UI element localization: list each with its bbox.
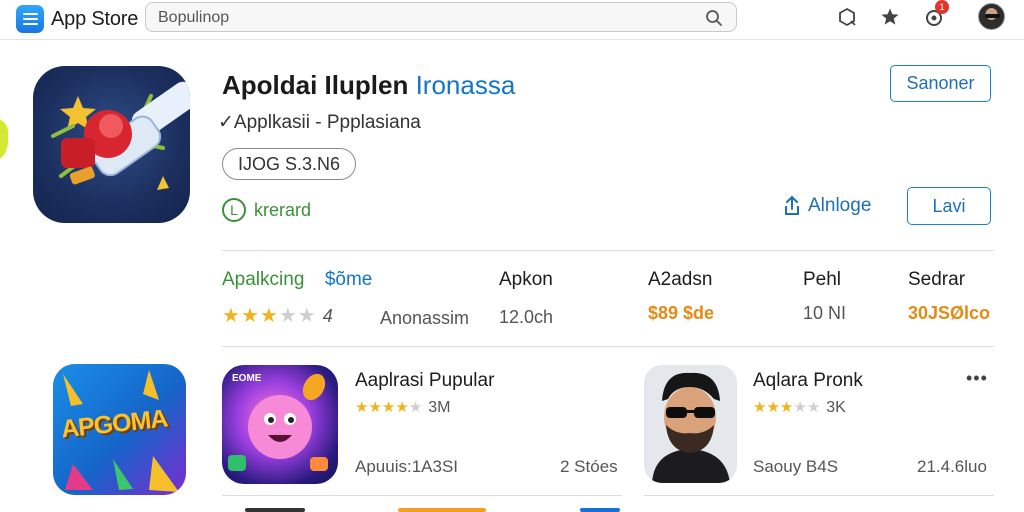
stat-size-value: 12.0ch [499,307,554,327]
stat-size-label: Apkon [499,269,553,290]
star-icon[interactable] [879,6,901,28]
app-tile-pronk[interactable] [644,365,737,483]
stat-age-value: 10 NI [803,303,847,323]
star-icon: ★ [753,399,767,416]
install-status-label: krerard [254,199,312,220]
ratings-label: Apalkcing [222,269,305,290]
search-value: Bopulinop [158,9,230,26]
app-tile-apgoma[interactable]: APGOMA [53,364,186,495]
featured-app-icon[interactable] [33,66,190,223]
app-meta-pronk: Saouy B4S [753,457,839,476]
top-bar: App Store Bopulinop 1 [0,0,1024,40]
app-meta-popular: Apuuis:1A3SI [355,457,459,476]
rating-value: 4 [322,306,333,326]
stat-seller-value: 30JSØlco [908,303,991,323]
rating-star-3: ★ [259,305,278,327]
app-category: ✓Applkasii - Ppplasiana [218,112,421,133]
discover-icon[interactable] [836,6,858,28]
app-title-main: Apoldai Iluplen [222,70,409,100]
popular-icon-text: EOME [232,373,262,384]
rating-star-2: ★ [240,305,259,327]
secondary-button[interactable]: Lavi [907,187,991,225]
stat-seller-label: Sedrar [908,269,966,290]
app-store-icon [16,5,44,33]
star-icon: ★ [779,399,794,416]
star-icon: ★ [368,399,382,416]
star-icon: ★ [355,399,369,416]
app-size-pronk: 21.4.6luo [917,457,987,476]
install-status[interactable]: L krerard [222,198,311,222]
ratings-accent: $õme [324,269,373,290]
star-icon: ★ [381,399,396,416]
app-name-pronk[interactable]: Aqlara Pronk [753,370,863,392]
version-badge: IJOG S.3.N6 [222,148,356,180]
divider [222,346,994,347]
stat-price-label: A2adsn [648,269,713,290]
stat-ratings: Apalkcing $õme [222,269,372,291]
star-icon: ★ [793,399,807,416]
rating-stars: ★ ★ ★ ★ ★ 4 [222,306,333,327]
app-size-popular: 2 Stóes [560,457,618,476]
app-rating-popular: ★ ★ ★ ★ ★ 3M [355,399,451,417]
search-input[interactable]: Bopulinop [145,2,737,32]
app-title: Apoldai Iluplen Ironassa [222,70,515,101]
share-label: Alnloge [808,195,872,216]
app-tile-popular[interactable]: EOME [222,365,338,484]
next-row-peek [580,508,620,512]
app-title-accent: Ironassa [415,70,516,100]
divider [222,495,622,496]
more-options-icon[interactable]: ••• [966,368,988,389]
divider [222,250,994,251]
notification-badge: 1 [935,0,949,14]
ratings-sub: Anonassim [380,308,470,328]
app-store-logo[interactable]: App Store [16,5,138,33]
next-row-peek [398,508,486,512]
stat-price-value: $89 $de [648,303,715,323]
app-rating-pronk: ★ ★ ★ ★ ★ 3K [753,399,846,417]
get-button[interactable]: Sanoner [890,65,991,102]
rating-count: 3K [826,399,846,416]
share-icon [785,195,799,215]
stat-age-label: Pehl [803,269,842,290]
divider [644,495,994,496]
rating-star-4: ★ [278,305,297,327]
brand-label: App Store [51,7,139,30]
rating-star-5: ★ [297,305,316,327]
next-row-peek [245,508,305,512]
toy-illustration-icon [51,81,190,190]
side-decoration [0,118,8,164]
star-icon: ★ [766,399,780,416]
star-icon: ★ [408,399,423,416]
star-icon: ★ [395,399,409,416]
star-icon: ★ [806,399,821,416]
rating-star-1: ★ [222,305,240,327]
avatar[interactable] [978,3,1005,30]
bearded-man-icon [644,365,737,483]
share-button[interactable]: Alnloge [782,195,871,217]
app-name-popular[interactable]: Aaplrasi Pupular [355,370,494,392]
rating-count: 3M [428,399,451,416]
install-status-icon: L [222,198,246,222]
search-icon[interactable] [704,8,724,28]
